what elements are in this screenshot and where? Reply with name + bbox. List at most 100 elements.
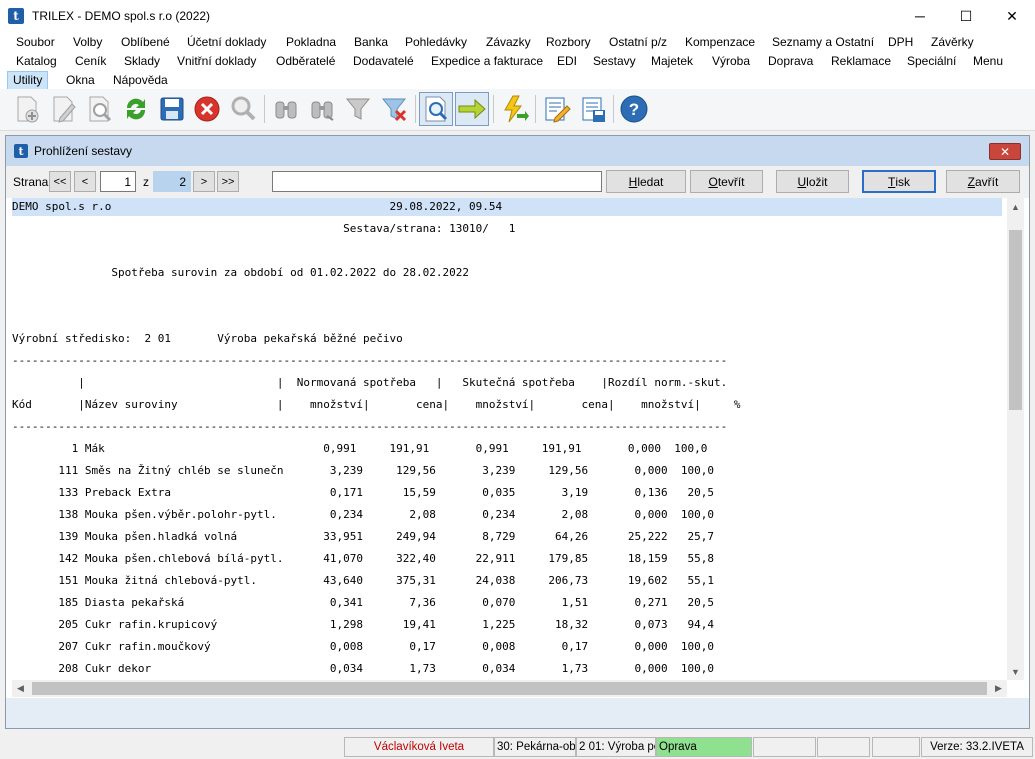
save-form-icon[interactable] <box>576 92 610 126</box>
menu-vnitrni-doklady[interactable]: Vnitřní doklady <box>177 53 256 70</box>
report-title-line: Spotřeba surovin za období od 01.02.2022… <box>12 266 469 279</box>
menu-pohledavky[interactable]: Pohledávky <box>405 34 467 51</box>
filter-icon[interactable] <box>341 92 375 126</box>
find-next-icon[interactable] <box>305 92 339 126</box>
window-title: TRILEX - DEMO spol.s r.o (2022) <box>32 9 211 23</box>
table-row: 205 Cukr rafin.krupicový 1,298 19,41 1,2… <box>12 618 714 631</box>
report-rule-line: ----------------------------------------… <box>12 420 728 433</box>
refresh-icon[interactable] <box>119 92 153 126</box>
report-header-line: DEMO spol.s r.o 29.08.2022, 09.54 <box>12 198 1002 216</box>
report-column-header: Kód |Název suroviny | množství| cena| mn… <box>12 398 741 411</box>
scroll-up-icon[interactable]: ▲ <box>1007 198 1024 215</box>
search-input[interactable] <box>272 171 602 192</box>
close-button[interactable]: Zavřít <box>946 170 1020 193</box>
dialog-logo-icon: t <box>14 144 28 158</box>
status-center: 2 01: Výroba pe <box>576 737 656 757</box>
maximize-button[interactable]: ☐ <box>943 0 989 32</box>
menu-dodavatele[interactable]: Dodavatelé <box>353 53 414 70</box>
table-row: 111 Směs na Žitný chléb se slunečn 3,239… <box>12 464 714 477</box>
report-column-header: | | Normovaná spotřeba | Skutečná spotře… <box>12 376 728 389</box>
menu-cenik[interactable]: Ceník <box>75 53 106 70</box>
title-bar: t TRILEX - DEMO spol.s r.o (2022) ─ ☐ ✕ <box>0 0 1035 32</box>
svg-text:?: ? <box>629 100 639 119</box>
prev-page-button[interactable]: < <box>74 171 96 192</box>
menu-rozbory[interactable]: Rozbory <box>546 34 591 51</box>
preview-document-icon[interactable] <box>82 92 116 126</box>
menu-sklady[interactable]: Sklady <box>124 53 160 70</box>
menu-vyroba[interactable]: Výroba <box>712 53 750 70</box>
menu-seznamy[interactable]: Seznamy a Ostatní <box>772 34 874 51</box>
minimize-button[interactable]: ─ <box>897 0 943 32</box>
menu-sestavy[interactable]: Sestavy <box>593 53 636 70</box>
menu-okna[interactable]: Okna <box>66 72 95 89</box>
export-arrow-icon[interactable] <box>455 92 489 126</box>
menu-ostatni-pz[interactable]: Ostatní p/z <box>609 34 667 51</box>
find-icon[interactable] <box>269 92 303 126</box>
find-button[interactable]: Hledat <box>606 170 686 193</box>
menu-pokladna[interactable]: Pokladna <box>286 34 336 51</box>
scroll-right-icon[interactable]: ▶ <box>990 680 1007 697</box>
table-row: 208 Cukr dekor 0,034 1,73 0,034 1,73 0,0… <box>12 662 714 675</box>
app-logo-icon: t <box>8 8 24 24</box>
report-center-line: Výrobní středisko: 2 01 Výroba pekařská … <box>12 332 403 345</box>
vertical-scrollbar[interactable]: ▲ ▼ <box>1007 198 1024 680</box>
edit-form-icon[interactable] <box>539 92 573 126</box>
menu-reklamace[interactable]: Reklamace <box>831 53 891 70</box>
help-icon[interactable]: ? <box>617 92 651 126</box>
next-page-button[interactable]: > <box>193 171 215 192</box>
save-icon[interactable] <box>155 92 189 126</box>
table-row: 1 Mák 0,991 191,91 0,991 191,91 0,000 10… <box>12 442 708 455</box>
scroll-down-icon[interactable]: ▼ <box>1007 663 1024 680</box>
print-button[interactable]: Tisk <box>862 170 936 193</box>
open-button[interactable]: Otevřít <box>690 170 763 193</box>
new-document-icon[interactable] <box>10 92 44 126</box>
search-icon[interactable] <box>226 92 260 126</box>
delete-icon[interactable] <box>190 92 224 126</box>
toolbar: ? <box>0 89 1035 131</box>
menu-katalog[interactable]: Katalog <box>16 53 57 70</box>
dialog-bottom-panel <box>6 698 1029 728</box>
menu-zavazky[interactable]: Závazky <box>486 34 531 51</box>
menu-ucetni-doklady[interactable]: Účetní doklady <box>187 34 266 51</box>
menu-majetek[interactable]: Majetek <box>651 53 693 70</box>
menu-menu[interactable]: Menu <box>973 53 1003 70</box>
menu-specialni[interactable]: Speciální <box>907 53 956 70</box>
status-empty-cell <box>872 737 920 757</box>
total-pages-field: 2 <box>153 171 191 192</box>
status-empty-cell <box>817 737 870 757</box>
save-button[interactable]: Uložit <box>776 170 849 193</box>
menu-doprava[interactable]: Doprava <box>768 53 813 70</box>
toolbar-separator <box>493 95 494 123</box>
last-page-button[interactable]: >> <box>217 171 239 192</box>
table-row: 138 Mouka pšen.výběr.polohr-pytl. 0,234 … <box>12 508 714 521</box>
close-window-button[interactable]: ✕ <box>989 0 1035 32</box>
menu-edi[interactable]: EDI <box>557 53 577 70</box>
menu-banka[interactable]: Banka <box>354 34 388 51</box>
menu-soubor[interactable]: Soubor <box>16 34 55 51</box>
horizontal-scrollbar[interactable]: ◀ ▶ <box>12 680 1007 697</box>
edit-document-icon[interactable] <box>46 92 80 126</box>
menu-dph[interactable]: DPH <box>888 34 913 51</box>
horizontal-scroll-thumb[interactable] <box>32 682 987 695</box>
clear-filter-icon[interactable] <box>377 92 411 126</box>
menu-napoveda[interactable]: Nápověda <box>113 72 168 89</box>
menu-odberatele[interactable]: Odběratelé <box>276 53 335 70</box>
menu-zaverky[interactable]: Závěrky <box>931 34 974 51</box>
status-bar: Václavíková Iveta 30: Pekárna-ob 2 01: V… <box>0 736 1035 759</box>
print-preview-icon[interactable] <box>419 92 453 126</box>
menu-volby[interactable]: Volby <box>73 34 102 51</box>
menu-utility[interactable]: Utility <box>7 71 49 90</box>
status-version: Verze: 33.2.IVETA <box>921 737 1033 757</box>
status-empty-cell <box>753 737 816 757</box>
toolbar-separator <box>264 95 265 123</box>
status-mode: Oprava <box>656 737 752 757</box>
menu-kompenzace[interactable]: Kompenzace <box>685 34 755 51</box>
menu-expedice[interactable]: Expedice a fakturace <box>431 53 543 70</box>
current-page-input[interactable]: 1 <box>100 171 136 192</box>
first-page-button[interactable]: << <box>49 171 71 192</box>
run-icon[interactable] <box>497 92 531 126</box>
dialog-close-button[interactable]: ✕ <box>989 143 1021 160</box>
scroll-left-icon[interactable]: ◀ <box>12 680 29 697</box>
vertical-scroll-thumb[interactable] <box>1009 230 1022 410</box>
menu-oblibene[interactable]: Oblíbené <box>121 34 170 51</box>
